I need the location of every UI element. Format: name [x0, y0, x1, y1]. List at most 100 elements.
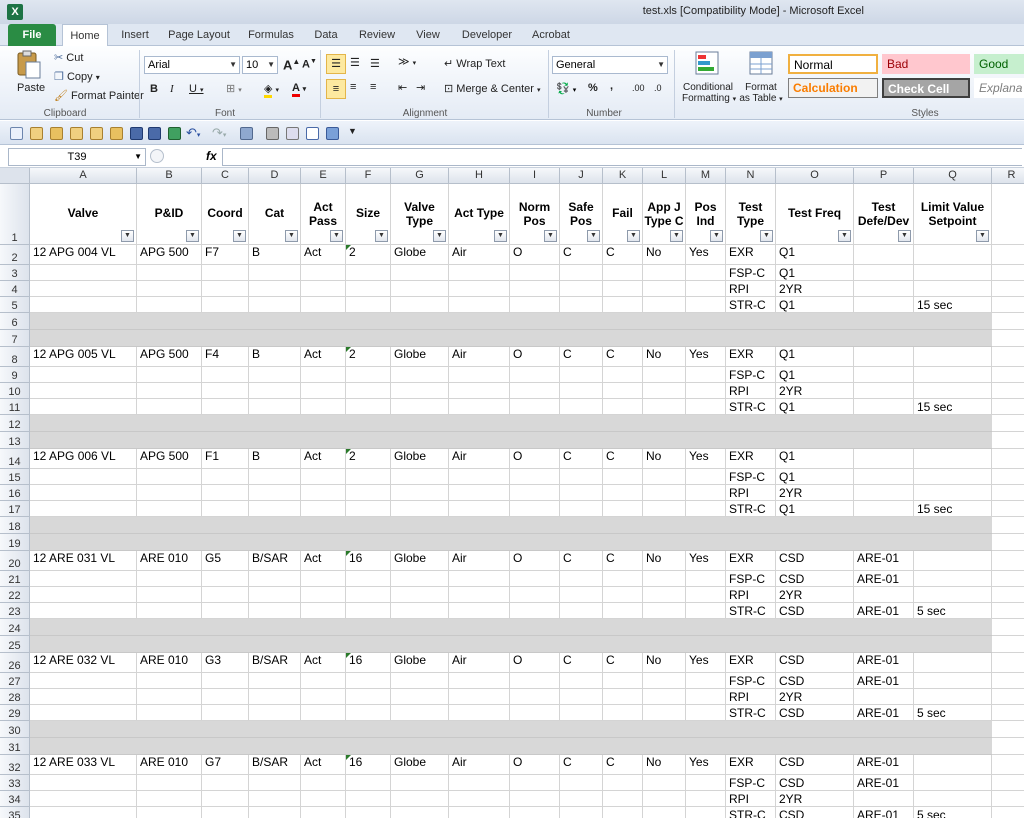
cell-test-type[interactable]: FSP-C: [726, 571, 776, 587]
style-calculation[interactable]: Calculation: [788, 78, 878, 98]
folder-icon[interactable]: [110, 127, 123, 140]
cell[interactable]: [391, 571, 449, 587]
font-color-icon[interactable]: A ▾: [292, 82, 306, 97]
cell[interactable]: [992, 347, 1024, 367]
cell[interactable]: [30, 587, 137, 603]
cell[interactable]: [449, 571, 510, 587]
filter-dropdown-icon[interactable]: ▼: [494, 230, 507, 242]
cell[interactable]: [643, 791, 686, 807]
cell[interactable]: [391, 587, 449, 603]
cell[interactable]: [560, 603, 603, 619]
cell-test-freq[interactable]: 2YR: [776, 281, 854, 297]
cell-limit[interactable]: [914, 775, 992, 791]
empty-cell[interactable]: [992, 517, 1024, 534]
cell-test-type[interactable]: RPI: [726, 587, 776, 603]
cell[interactable]: [202, 367, 249, 383]
cell[interactable]: [560, 469, 603, 485]
cell[interactable]: [346, 571, 391, 587]
cell-valve-type[interactable]: Globe: [391, 755, 449, 775]
cell[interactable]: [249, 367, 301, 383]
cell[interactable]: [510, 673, 560, 689]
cell[interactable]: [560, 383, 603, 399]
cell[interactable]: [202, 603, 249, 619]
cell[interactable]: [202, 587, 249, 603]
cell[interactable]: [137, 281, 202, 297]
cell[interactable]: [301, 501, 346, 517]
format-as-table-icon[interactable]: [748, 50, 774, 79]
cell[interactable]: [510, 383, 560, 399]
cell[interactable]: [137, 383, 202, 399]
cell[interactable]: [301, 399, 346, 415]
cell[interactable]: [391, 469, 449, 485]
font-name-combo[interactable]: Arial ▼: [144, 56, 240, 74]
style-good[interactable]: Good: [974, 54, 1024, 74]
cell[interactable]: [560, 501, 603, 517]
cell[interactable]: [30, 673, 137, 689]
cell[interactable]: [346, 705, 391, 721]
cell[interactable]: [391, 807, 449, 818]
cell[interactable]: [992, 399, 1024, 415]
cell[interactable]: [202, 673, 249, 689]
cell[interactable]: [560, 705, 603, 721]
cell[interactable]: [391, 501, 449, 517]
cell-fail[interactable]: C: [603, 755, 643, 775]
cell-test-freq[interactable]: Q1: [776, 297, 854, 313]
tab-file[interactable]: File: [8, 24, 56, 46]
cell[interactable]: [391, 603, 449, 619]
conditional-formatting-button[interactable]: Conditional Formatting ▾: [682, 82, 736, 105]
column-header-e[interactable]: E: [301, 168, 346, 184]
column-header-p[interactable]: P: [854, 168, 914, 184]
cell-limit[interactable]: [914, 551, 992, 571]
cell-size[interactable]: 2: [346, 347, 391, 367]
filter-dropdown-icon[interactable]: ▼: [587, 230, 600, 242]
cell[interactable]: [202, 469, 249, 485]
cell[interactable]: [391, 281, 449, 297]
cell-test-dev[interactable]: ARE-01: [854, 603, 914, 619]
cell-test-dev[interactable]: [854, 367, 914, 383]
cell-limit[interactable]: [914, 265, 992, 281]
row-header[interactable]: 31: [0, 738, 30, 755]
column-header-c[interactable]: C: [202, 168, 249, 184]
cell-fail[interactable]: C: [603, 653, 643, 673]
cell[interactable]: [137, 367, 202, 383]
cell-pid[interactable]: APG 500: [137, 449, 202, 469]
cell[interactable]: [992, 705, 1024, 721]
cell[interactable]: [643, 705, 686, 721]
cell-limit[interactable]: [914, 281, 992, 297]
tab-page-layout[interactable]: Page Layout: [164, 24, 234, 46]
cell[interactable]: [510, 807, 560, 818]
cell-safe-pos[interactable]: C: [560, 551, 603, 571]
cell-cat[interactable]: B: [249, 245, 301, 265]
cell-test-freq[interactable]: CSD: [776, 705, 854, 721]
cell[interactable]: [346, 501, 391, 517]
fill-color-icon[interactable]: ◈ ▾: [264, 82, 279, 98]
cell[interactable]: [346, 399, 391, 415]
cell[interactable]: [30, 383, 137, 399]
cell-test-dev[interactable]: [854, 501, 914, 517]
row-header[interactable]: 15: [0, 469, 30, 485]
row-header[interactable]: 8: [0, 347, 30, 367]
cell-cat[interactable]: B/SAR: [249, 755, 301, 775]
cell-safe-pos[interactable]: C: [560, 755, 603, 775]
cell-test-type[interactable]: EXR: [726, 755, 776, 775]
cell-test-freq[interactable]: Q1: [776, 399, 854, 415]
bottom-align-icon[interactable]: ☰: [370, 57, 380, 70]
cell[interactable]: [249, 485, 301, 501]
cell[interactable]: [510, 281, 560, 297]
filter-dropdown-icon[interactable]: ▼: [670, 230, 683, 242]
row-header[interactable]: 2: [0, 245, 30, 265]
cell[interactable]: [643, 367, 686, 383]
cell-test-freq[interactable]: CSD: [776, 653, 854, 673]
cell-pid[interactable]: ARE 010: [137, 551, 202, 571]
cell-test-freq[interactable]: Q1: [776, 501, 854, 517]
cell[interactable]: [249, 571, 301, 587]
cell[interactable]: [992, 501, 1024, 517]
cell-limit[interactable]: [914, 673, 992, 689]
cell[interactable]: [30, 501, 137, 517]
cell-valve-type[interactable]: Globe: [391, 449, 449, 469]
cell[interactable]: [992, 469, 1024, 485]
cell[interactable]: [510, 367, 560, 383]
italic-icon[interactable]: I: [170, 83, 174, 95]
row-header[interactable]: 7: [0, 330, 30, 347]
cell-limit[interactable]: 5 sec: [914, 705, 992, 721]
